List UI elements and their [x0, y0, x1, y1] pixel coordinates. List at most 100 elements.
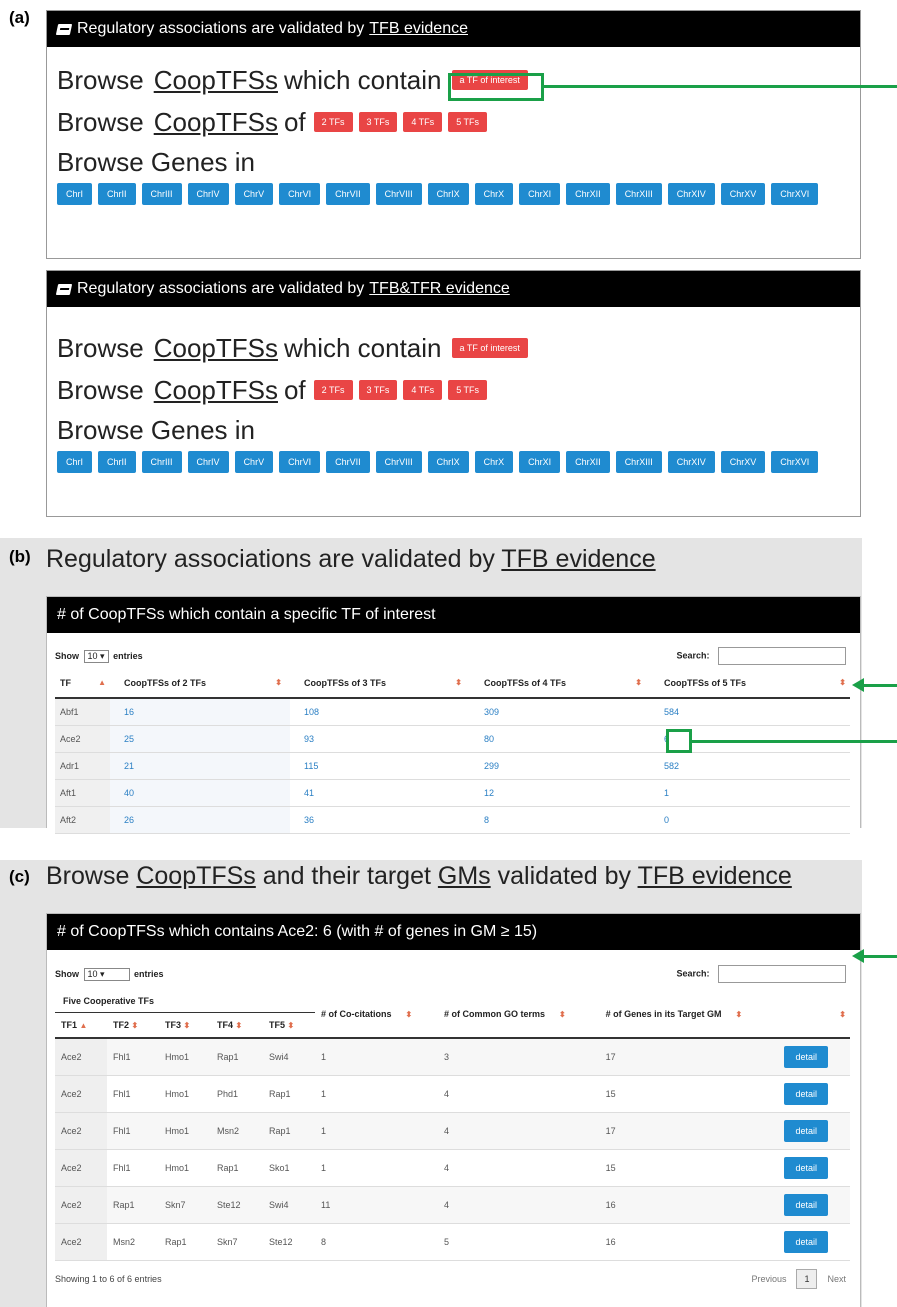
chromosome-button-chrxiv[interactable]: ChrXIV — [667, 183, 715, 205]
five-tfs-button[interactable]: 5 TFs — [448, 380, 488, 400]
col-header-target-gm[interactable]: # of Genes in its Target GM ⬍ — [599, 990, 780, 1039]
five-tfs-button[interactable]: 5 TFs — [448, 112, 488, 132]
count-link-cell[interactable]: 115 — [290, 752, 470, 779]
count-link-cell[interactable]: 309 — [470, 698, 650, 725]
chromosome-button-chrxiv[interactable]: ChrXIV — [667, 451, 715, 473]
count-link-cell[interactable]: 26 — [110, 806, 290, 833]
chromosome-button-chrxiii[interactable]: ChrXIII — [615, 183, 662, 205]
count-link-cell[interactable]: 16 — [110, 698, 290, 725]
chromosome-button-chrxi[interactable]: ChrXI — [519, 451, 561, 473]
detail-button[interactable]: detail — [784, 1045, 828, 1068]
tfb-evidence-link[interactable]: TFB evidence — [638, 862, 792, 890]
chromosome-button-chrvii[interactable]: ChrVII — [326, 451, 370, 473]
col-header-cocitations[interactable]: # of Co-citations ⬍ — [315, 990, 438, 1039]
cooptfss-link[interactable]: CoopTFSs — [154, 107, 278, 138]
chromosome-button-chriii[interactable]: ChrIII — [141, 183, 182, 205]
two-tfs-button[interactable]: 2 TFs — [313, 112, 353, 132]
count-link-cell[interactable]: 1 — [650, 779, 850, 806]
col-header-5tfs[interactable]: CoopTFSs of 5 TFs ⬍ — [650, 668, 850, 698]
count-link-cell[interactable]: 8 — [470, 806, 650, 833]
chromosome-button-chriv[interactable]: ChrIV — [187, 183, 229, 205]
col-header-tf5[interactable]: TF5 ⬍ — [263, 1012, 315, 1038]
detail-button[interactable]: detail — [784, 1230, 828, 1253]
count-link-cell[interactable]: 40 — [110, 779, 290, 806]
two-tfs-button[interactable]: 2 TFs — [313, 380, 353, 400]
chromosome-button-chrxii[interactable]: ChrXII — [566, 451, 610, 473]
chromosome-button-chrvii[interactable]: ChrVII — [326, 183, 370, 205]
chromosome-button-chrii[interactable]: ChrII — [98, 451, 136, 473]
count-link-cell[interactable]: 41 — [290, 779, 470, 806]
chromosome-button-chrii[interactable]: ChrII — [98, 183, 136, 205]
col-header-4tfs[interactable]: CoopTFSs of 4 TFs ⬍ — [470, 668, 650, 698]
chromosome-button-chri[interactable]: ChrI — [57, 183, 93, 205]
tf-of-interest-button[interactable]: a TF of interest — [451, 338, 528, 358]
search-input[interactable] — [718, 965, 846, 983]
gms-link[interactable]: GMs — [438, 862, 491, 890]
cooptfss-link[interactable]: CoopTFSs — [136, 862, 255, 890]
tfr-evidence-link[interactable]: TFB&TFR evidence — [369, 280, 509, 298]
entries-select[interactable]: 10 ▾ — [83, 649, 109, 663]
count-link-cell[interactable]: 93 — [290, 725, 470, 752]
chromosome-button-chriv[interactable]: ChrIV — [187, 451, 229, 473]
detail-cell: detail — [780, 1223, 850, 1260]
previous-button[interactable]: Previous — [751, 1274, 786, 1284]
entries-select[interactable]: 10 ▾ — [83, 967, 130, 981]
count-link-cell[interactable]: 12 — [470, 779, 650, 806]
chromosome-button-chrix[interactable]: ChrIX — [427, 183, 469, 205]
chromosome-button-chrx[interactable]: ChrX — [474, 183, 514, 205]
chromosome-button-chriii[interactable]: ChrIII — [141, 451, 182, 473]
count-link-cell[interactable]: 80 — [470, 725, 650, 752]
chromosome-button-chrvi[interactable]: ChrVI — [279, 451, 321, 473]
four-tfs-button[interactable]: 4 TFs — [403, 380, 443, 400]
detail-button[interactable]: detail — [784, 1193, 828, 1216]
col-label: TF5 — [269, 1019, 286, 1030]
col-header-tf2[interactable]: TF2 ⬍ — [107, 1012, 159, 1038]
chromosome-button-chrxii[interactable]: ChrXII — [566, 183, 610, 205]
count-link-cell[interactable]: 25 — [110, 725, 290, 752]
three-tfs-button[interactable]: 3 TFs — [358, 112, 398, 132]
four-tfs-button[interactable]: 4 TFs — [403, 112, 443, 132]
chromosome-button-chrxi[interactable]: ChrXI — [519, 183, 561, 205]
chromosome-button-chrxvi[interactable]: ChrXVI — [771, 451, 819, 473]
table-row: Ace2 Rap1 Skn7 Ste12 Swi4 11 4 16 detail — [55, 1186, 850, 1223]
col-header-3tfs[interactable]: CoopTFSs of 3 TFs ⬍ — [290, 668, 470, 698]
chromosome-button-chri[interactable]: ChrI — [57, 451, 93, 473]
col-header-detail[interactable]: ⬍ — [780, 990, 850, 1039]
col-header-tf3[interactable]: TF3 ⬍ — [159, 1012, 211, 1038]
next-button[interactable]: Next — [827, 1274, 846, 1284]
chromosome-button-chrxiii[interactable]: ChrXIII — [615, 451, 662, 473]
chromosome-button-chrix[interactable]: ChrIX — [427, 451, 469, 473]
chromosome-button-chrxv[interactable]: ChrXV — [720, 451, 766, 473]
cooptfss-link[interactable]: CoopTFSs — [154, 65, 278, 96]
count-link-cell[interactable]: 584 — [650, 698, 850, 725]
tfb-evidence-link[interactable]: TFB evidence — [369, 20, 468, 38]
chromosome-button-chrv[interactable]: ChrV — [234, 183, 274, 205]
chromosome-button-chrxvi[interactable]: ChrXVI — [771, 183, 819, 205]
cooptfss-link[interactable]: CoopTFSs — [154, 375, 278, 406]
chromosome-button-chrviii[interactable]: ChrVIII — [375, 183, 422, 205]
page-1-button[interactable]: 1 — [796, 1268, 818, 1289]
count-link-cell[interactable]: 582 — [650, 752, 850, 779]
tfb-evidence-link[interactable]: TFB evidence — [501, 545, 655, 573]
col-header-tf[interactable]: TF ▲ — [55, 668, 110, 698]
col-header-tf4[interactable]: TF4 ⬍ — [211, 1012, 263, 1038]
col-header-go-terms[interactable]: # of Common GO terms ⬍ — [438, 990, 600, 1039]
cooptfss-link[interactable]: CoopTFSs — [154, 333, 278, 364]
search-input[interactable] — [718, 647, 846, 665]
chromosome-button-chrviii[interactable]: ChrVIII — [375, 451, 422, 473]
count-link-cell[interactable]: 108 — [290, 698, 470, 725]
count-link-cell[interactable]: 21 — [110, 752, 290, 779]
count-link-cell[interactable]: 36 — [290, 806, 470, 833]
chromosome-button-chrv[interactable]: ChrV — [234, 451, 274, 473]
col-header-tf1[interactable]: TF1 ▲ — [55, 1012, 107, 1038]
detail-button[interactable]: detail — [784, 1156, 828, 1179]
chromosome-button-chrvi[interactable]: ChrVI — [279, 183, 321, 205]
count-link-cell[interactable]: 0 — [650, 806, 850, 833]
detail-button[interactable]: detail — [784, 1082, 828, 1105]
three-tfs-button[interactable]: 3 TFs — [358, 380, 398, 400]
chromosome-button-chrx[interactable]: ChrX — [474, 451, 514, 473]
col-header-2tfs[interactable]: CoopTFSs of 2 TFs ⬍ — [110, 668, 290, 698]
count-link-cell[interactable]: 299 — [470, 752, 650, 779]
detail-button[interactable]: detail — [784, 1119, 828, 1142]
chromosome-button-chrxv[interactable]: ChrXV — [720, 183, 766, 205]
